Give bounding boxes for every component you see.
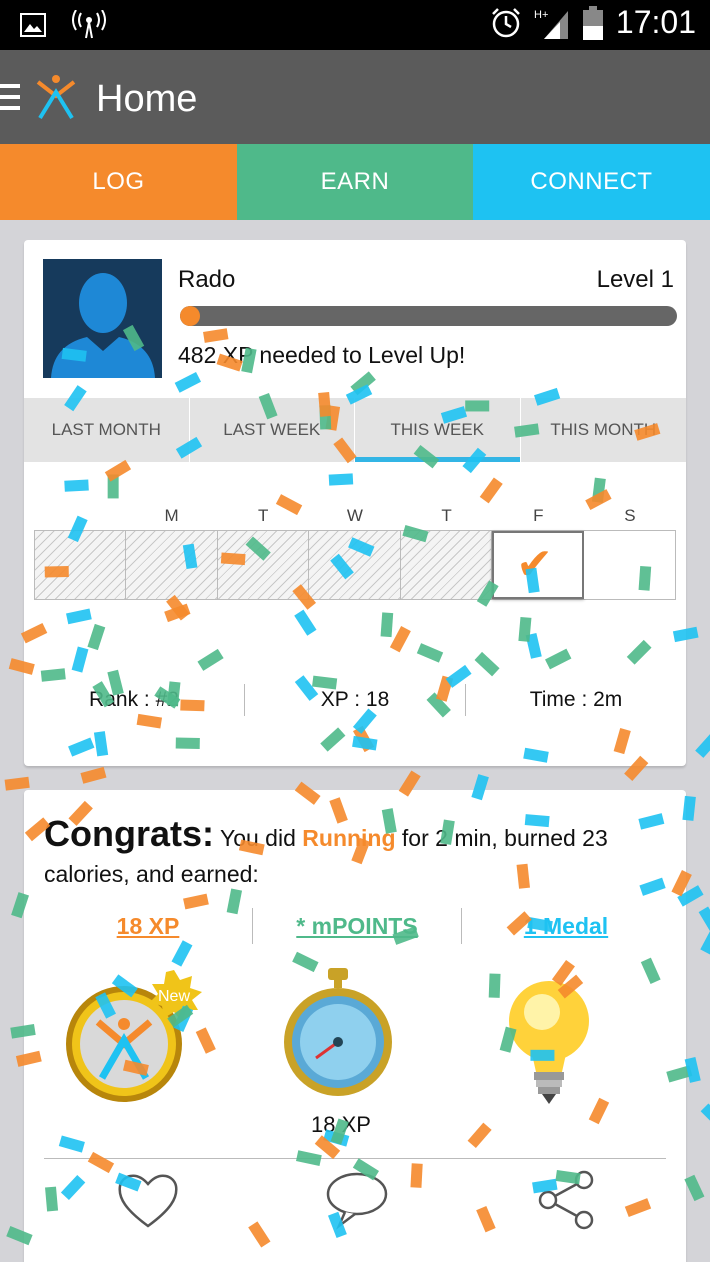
checkmark-icon: ✔: [516, 540, 553, 589]
tab-connect[interactable]: CONNECT: [473, 144, 710, 220]
day-label: [34, 506, 126, 526]
stopwatch-caption: 18 XP: [311, 1112, 371, 1137]
person-silhouette-icon: [43, 259, 162, 378]
congrats-prefix: You did: [219, 825, 303, 851]
profile-card: Rado Level 1 482 XP needed to Level Up! …: [24, 240, 686, 766]
day-label: W: [346, 506, 363, 525]
battery-icon: [582, 5, 603, 40]
tab-this-month[interactable]: THIS MONTH: [521, 398, 687, 462]
comment-icon: [326, 1172, 388, 1230]
day-cell[interactable]: [309, 531, 401, 599]
day-cell-today[interactable]: ✔: [492, 531, 584, 599]
day-cell[interactable]: [583, 531, 675, 599]
confetti-piece: [684, 1174, 705, 1202]
reward-mpoints-link[interactable]: * mPOINTS: [253, 908, 462, 944]
day-cell[interactable]: [217, 531, 310, 599]
rank-stat: Rank : #2: [24, 684, 245, 716]
tab-log[interactable]: LOG: [0, 144, 237, 220]
confetti-piece: [700, 1103, 710, 1129]
avatar[interactable]: [43, 259, 162, 378]
lightbulb-medal-icon[interactable]: [504, 976, 594, 1106]
app-logo-icon: [36, 75, 76, 120]
confetti-piece: [700, 928, 710, 955]
activity-name[interactable]: Running: [302, 825, 395, 851]
day-label: T: [258, 506, 269, 525]
tab-last-month[interactable]: LAST MONTH: [24, 398, 190, 462]
congrats-message: Congrats: You did Running for 2 min, bur…: [44, 816, 674, 892]
clock-time: 17:01: [615, 4, 696, 40]
reward-xp-link[interactable]: 18 XP: [44, 908, 253, 944]
congrats-card: Congrats: You did Running for 2 min, bur…: [24, 790, 686, 1262]
user-level: Level 1: [596, 266, 674, 293]
action-row: [44, 1170, 670, 1230]
confetti-piece: [695, 732, 710, 758]
user-name: Rado: [178, 266, 236, 293]
share-action[interactable]: [461, 1170, 670, 1230]
new-badge-label: New: [158, 988, 190, 1005]
status-bar: H+ 17:01: [0, 0, 710, 50]
page-title: Home: [96, 78, 198, 120]
menu-icon[interactable]: [0, 84, 20, 110]
week-calendar: ✔: [34, 530, 676, 600]
reward-medal-link[interactable]: 1 Medal: [462, 908, 670, 944]
divider: [44, 1158, 666, 1159]
xp-stat: XP : 18: [245, 684, 466, 716]
day-labels: M T W T F S: [34, 506, 676, 526]
congrats-heading: Congrats:: [44, 813, 214, 854]
tab-earn[interactable]: EARN: [237, 144, 473, 220]
day-cell[interactable]: [126, 531, 218, 599]
comment-action[interactable]: [253, 1170, 462, 1230]
xp-progress-fill: [180, 306, 200, 326]
confetti-piece: [684, 1056, 701, 1083]
like-action[interactable]: [44, 1170, 253, 1230]
tab-this-week[interactable]: THIS WEEK: [355, 398, 521, 462]
day-label: T: [441, 506, 452, 525]
weekly-stats: Rank : #2 XP : 18 Time : 2m: [24, 680, 686, 720]
day-label: F: [533, 506, 544, 525]
day-label: M: [164, 506, 179, 525]
time-stat: Time : 2m: [529, 688, 623, 711]
image-notification-icon: [20, 13, 46, 37]
alarm-icon: [492, 7, 520, 37]
confetti-piece: [698, 906, 710, 933]
level-badge-icon[interactable]: New: [62, 966, 202, 1106]
share-icon: [538, 1170, 593, 1230]
cell-signal-icon: H+: [534, 9, 568, 39]
day-cell[interactable]: [35, 531, 127, 599]
rewards-row: 18 XP * mPOINTS 1 Medal: [44, 908, 670, 944]
signal-broadcast-icon: [72, 10, 106, 39]
xp-progress-bar: [180, 306, 677, 326]
svg-text:H+: H+: [534, 9, 548, 21]
heart-icon: [118, 1174, 178, 1228]
tab-last-week[interactable]: LAST WEEK: [190, 398, 355, 462]
period-tabs: LAST MONTH LAST WEEK THIS WEEK THIS MONT…: [24, 398, 686, 462]
main-tabs: LOG EARN CONNECT: [0, 144, 710, 220]
xp-needed-text: 482 XP needed to Level Up!: [178, 342, 466, 368]
stopwatch-medal-icon[interactable]: [278, 966, 398, 1106]
app-bar: Home: [0, 50, 710, 144]
confetti-piece: [4, 776, 30, 791]
day-label: S: [624, 506, 636, 525]
confetti-piece: [80, 766, 107, 784]
day-cell[interactable]: [400, 531, 493, 599]
